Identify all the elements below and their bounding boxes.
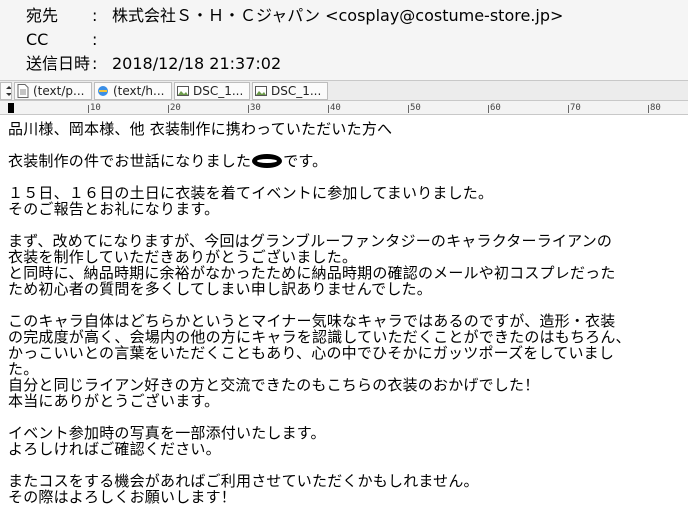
message-line: と同時に、納品時期に余裕がなかったために納品時期の確認のメールや初コスプレだった xyxy=(8,264,616,282)
tab-text-html[interactable]: (text/h... xyxy=(94,82,172,100)
message-line: 自分と同じライアン好きの方と交流できたのもこちらの衣装のおかげでした！ xyxy=(8,376,540,394)
message-line: まず、改めてになりますが、今回はグランブルーファンタジーのキャラクターライアンの xyxy=(8,232,613,250)
tab-label: (text/h... xyxy=(113,84,165,98)
message-line: 衣装制作の件でお世話になりました です。 xyxy=(8,152,328,170)
cc-colon: : xyxy=(92,30,98,49)
message-line: かっこいいとの言葉をいただくこともあり、心の中でひそかにガッツポーズをしていまし xyxy=(8,344,615,362)
ruler-cursor xyxy=(8,103,14,113)
message-body[interactable]: 品川様、岡本様、他 衣装制作に携わっていただいた方へ 衣装制作の件でお世話になり… xyxy=(8,121,684,505)
tab-label: DSC_1... xyxy=(271,84,322,98)
attachment-tab-bar: (text/p... (text/h... DSC_1... DSC_1... xyxy=(0,80,688,101)
message-line: 衣装を制作していただきありがとうございました。 xyxy=(8,248,358,266)
to-label: 宛先 xyxy=(26,6,59,25)
tab-scroll-handle[interactable] xyxy=(0,82,12,100)
message-line: 品川様、岡本様、他 衣装制作に携わっていただいた方へ xyxy=(8,120,393,138)
sent-label: 送信日時 xyxy=(26,54,91,73)
document-icon xyxy=(17,84,29,98)
sent-colon: : xyxy=(92,54,98,73)
message-line: ため初心者の質問を多くしてしまい申し訳ありませんでした。 xyxy=(8,280,432,298)
tab-text-plain[interactable]: (text/p... xyxy=(14,82,92,100)
mail-header: 宛先 : 株式会社Ｓ・Ｈ・Ｃジャパン <cosplay@costume-stor… xyxy=(0,0,688,80)
message-line: 本当にありがとうございます。 xyxy=(8,392,220,410)
cc-label: CC xyxy=(26,30,49,49)
tab-image-1[interactable]: DSC_1... xyxy=(174,82,250,100)
browser-icon xyxy=(98,86,108,96)
message-line: １５日、１６日の土日に衣装を着てイベントに参加してまいりました。 xyxy=(8,184,494,202)
message-line: イベント参加時の写真を一部添付いたします。 xyxy=(8,424,326,442)
message-line: その際はよろしくお願いします！ xyxy=(8,488,237,506)
message-line: またコスをする機会があればご利用させていただくかもしれません。 xyxy=(8,472,479,490)
image-icon xyxy=(255,86,267,96)
tab-label: (text/p... xyxy=(33,84,85,98)
tab-image-2[interactable]: DSC_1... xyxy=(252,82,328,100)
sent-value: 2018/12/18 21:37:02 xyxy=(112,54,282,73)
message-line: よろしければご確認ください。 xyxy=(8,440,221,458)
to-value[interactable]: 株式会社Ｓ・Ｈ・Ｃジャパン <cosplay@costume-store.jp> xyxy=(112,4,563,28)
tab-label: DSC_1... xyxy=(193,84,244,98)
scroll-arrows-icon xyxy=(6,86,11,96)
message-line: た。 xyxy=(8,360,39,378)
column-ruler: 10 20 30 40 50 60 70 80 xyxy=(0,101,688,115)
image-icon xyxy=(177,86,189,96)
message-line: そのご報告とお礼になります。 xyxy=(8,200,220,218)
redaction-mark xyxy=(252,154,283,168)
message-line: の完成度が高く、会場内の他の方にキャラを認識していただくことができたのはもちろん… xyxy=(8,328,631,346)
to-colon: : xyxy=(92,6,98,25)
message-line: このキャラ自体はどちらかというとマイナー気味なキャラではあるのですが、造形・衣装 xyxy=(8,312,616,330)
